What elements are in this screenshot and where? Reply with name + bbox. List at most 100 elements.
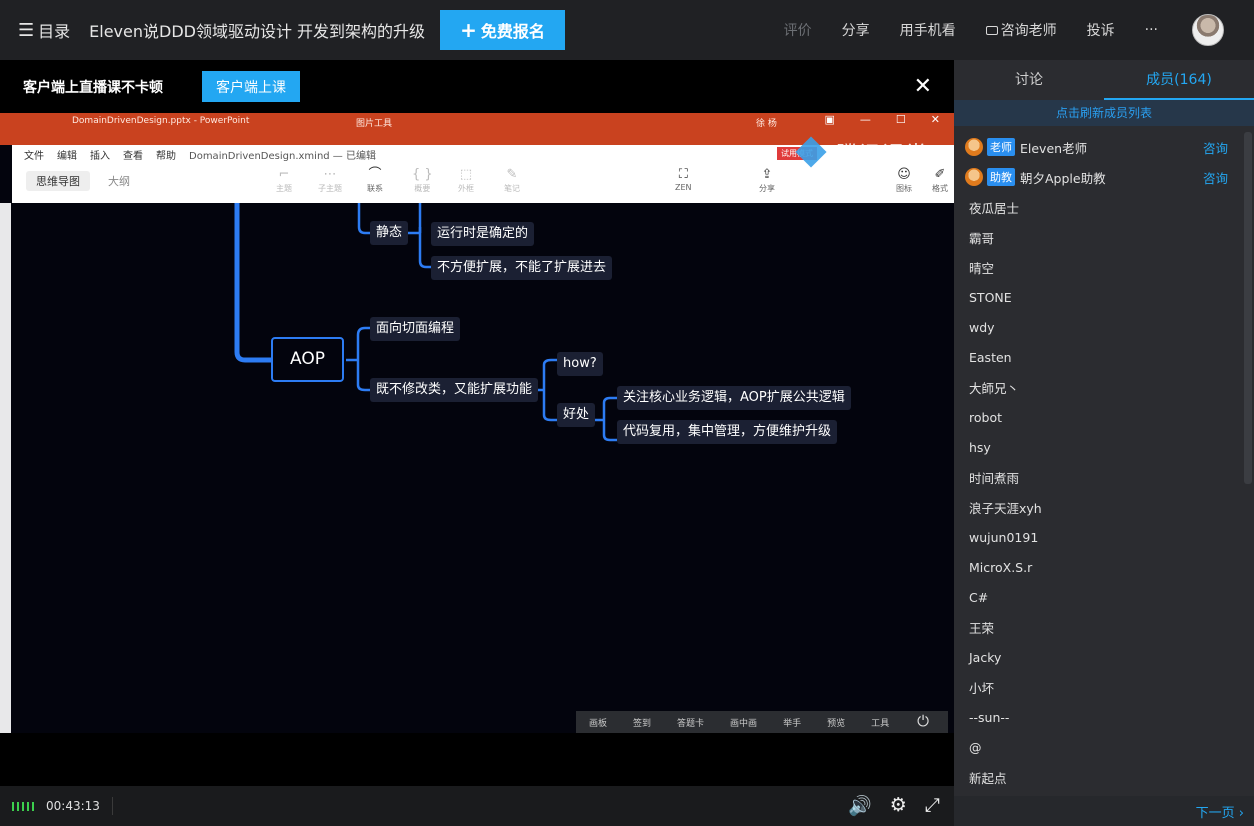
- user-avatar[interactable]: [1192, 14, 1224, 46]
- member-name: 时间煮雨: [969, 470, 1020, 486]
- member-name: 浪子天涯xyh: [969, 500, 1042, 516]
- node-static: 静态: [370, 221, 409, 245]
- catalog-label: 目录: [38, 22, 71, 41]
- member-name: C#: [969, 589, 989, 605]
- tab-discuss[interactable]: 讨论: [954, 60, 1104, 100]
- member-name: 夜瓜居士: [969, 200, 1020, 216]
- list-item[interactable]: Easten: [954, 342, 1254, 372]
- list-item[interactable]: 新起点: [954, 762, 1254, 792]
- ctrl-tools: 工具: [871, 718, 890, 729]
- list-item[interactable]: robot: [954, 402, 1254, 432]
- member-name: Jacky: [969, 649, 1002, 665]
- player-controls: 🔊 ⚙ ⤢: [848, 794, 940, 817]
- list-item[interactable]: 大師兄丶: [954, 372, 1254, 402]
- signup-label: 免费报名: [480, 22, 545, 41]
- member-name: 晴空: [969, 260, 995, 276]
- assistant-avatar: [965, 168, 983, 186]
- menu-icon: ☰: [18, 19, 35, 41]
- member-name: robot: [969, 409, 1002, 425]
- more-icon[interactable]: ···: [1145, 22, 1158, 38]
- consult-teacher-link[interactable]: 咨询老师: [985, 20, 1057, 40]
- chat-icon: [985, 25, 998, 35]
- member-name: Easten: [969, 349, 1012, 365]
- volume-icon[interactable]: 🔊: [848, 794, 872, 817]
- ctrl-raise-hand: 举手: [783, 718, 802, 729]
- member-scrollbar[interactable]: [1244, 132, 1252, 484]
- member-name: 朝夕Apple助教: [1020, 170, 1106, 186]
- member-name: 大師兄丶: [969, 380, 1020, 396]
- list-item[interactable]: --sun--: [954, 702, 1254, 732]
- list-item[interactable]: 浪子天涯xyh: [954, 492, 1254, 522]
- catalog-button[interactable]: ☰ 目录: [18, 18, 70, 42]
- member-name: wdy: [969, 319, 995, 335]
- member-name: hsy: [969, 439, 991, 455]
- list-item[interactable]: Jacky: [954, 642, 1254, 672]
- ctrl-preview: 预览: [827, 718, 846, 729]
- close-icon[interactable]: ✕: [914, 74, 932, 99]
- node-aspect: 面向切面编程: [370, 317, 461, 341]
- list-item[interactable]: 助教 朝夕Apple助教 咨询: [954, 162, 1254, 192]
- ctrl-quiz: 答题卡: [677, 718, 705, 729]
- member-name: 新起点: [969, 770, 1007, 786]
- list-item[interactable]: STONE: [954, 282, 1254, 312]
- list-item[interactable]: hsy: [954, 432, 1254, 462]
- next-page-link[interactable]: 下一页 ›: [1196, 802, 1244, 821]
- pager: 下一页 ›: [954, 796, 1254, 826]
- list-item[interactable]: 王荣: [954, 612, 1254, 642]
- list-item[interactable]: 小坏: [954, 672, 1254, 702]
- member-name: 王荣: [969, 620, 995, 636]
- list-item[interactable]: 夜瓜居士: [954, 192, 1254, 222]
- teacher-control-strip: 画板 签到 答题卡 画中画 举手 预览 工具 ⏻: [576, 711, 948, 733]
- list-item[interactable]: wdy: [954, 312, 1254, 342]
- fullscreen-icon[interactable]: ⤢: [925, 794, 940, 817]
- node-reuse: 代码复用，集中管理，方便维护升级: [617, 420, 838, 444]
- ctrl-whiteboard: 画板: [589, 718, 608, 729]
- course-title: Eleven说DDD领域驱动设计 开发到架构的升级: [89, 22, 426, 41]
- teacher-avatar: [965, 138, 983, 156]
- mobile-watch-link[interactable]: 用手机看: [900, 20, 956, 40]
- list-item[interactable]: 晴空: [954, 252, 1254, 282]
- member-name: 小坏: [969, 680, 995, 696]
- list-item[interactable]: wujun0191: [954, 522, 1254, 552]
- member-name: Eleven老师: [1020, 140, 1088, 156]
- free-signup-button[interactable]: + 免费报名: [440, 10, 565, 50]
- consult-link[interactable]: 咨询: [1203, 138, 1228, 157]
- list-item[interactable]: 老师 Eleven老师 咨询: [954, 132, 1254, 162]
- list-item[interactable]: 霸哥: [954, 222, 1254, 252]
- client-banner: 客户端上直播课不卡顿 客户端上课 ✕: [0, 60, 954, 113]
- node-focus: 关注核心业务逻辑，AOP扩展公共逻辑: [617, 386, 851, 410]
- player-bar: 00:43:13 🔊 ⚙ ⤢: [0, 786, 954, 826]
- plus-icon: +: [460, 18, 477, 42]
- ctrl-pip: 画中画: [730, 718, 758, 729]
- node-aop: AOP: [271, 337, 344, 382]
- node-how: how?: [557, 352, 603, 376]
- list-item[interactable]: MicroX.S.r: [954, 552, 1254, 582]
- header-actions: 评价 分享 用手机看 咨询老师 投诉 ···: [784, 0, 1158, 60]
- share-link[interactable]: 分享: [842, 20, 870, 40]
- consult-teacher-label: 咨询老师: [1000, 23, 1057, 39]
- elapsed-time: 00:43:13: [46, 799, 100, 813]
- tab-members[interactable]: 成员(164): [1104, 60, 1254, 100]
- signal-icon: [12, 801, 34, 811]
- consult-link[interactable]: 咨询: [1203, 168, 1228, 187]
- top-bar: ☰ 目录 Eleven说DDD领域驱动设计 开发到架构的升级 + 免费报名 评价…: [0, 0, 1254, 60]
- rate-link[interactable]: 评价: [784, 20, 812, 40]
- member-name: MicroX.S.r: [969, 559, 1033, 575]
- list-item[interactable]: 时间煮雨: [954, 462, 1254, 492]
- list-item[interactable]: C#: [954, 582, 1254, 612]
- shared-screen: DomainDrivenDesign.pptx - PowerPoint 图片工…: [0, 113, 954, 733]
- client-banner-text: 客户端上直播课不卡顿: [23, 79, 163, 96]
- list-item[interactable]: @: [954, 732, 1254, 762]
- side-panel: 讨论 成员(164) 点击刷新成员列表 老师 Eleven老师 咨询 助教 朝夕…: [954, 60, 1254, 826]
- side-tabs: 讨论 成员(164): [954, 60, 1254, 100]
- refresh-members-link[interactable]: 点击刷新成员列表: [954, 100, 1254, 126]
- settings-icon[interactable]: ⚙: [890, 794, 907, 817]
- member-list: 老师 Eleven老师 咨询 助教 朝夕Apple助教 咨询 夜瓜居士霸哥晴空 S…: [954, 132, 1254, 792]
- member-name: wujun0191: [969, 529, 1039, 545]
- node-no-modify: 既不修改类，又能扩展功能: [370, 378, 539, 402]
- member-name: --sun--: [969, 709, 1010, 725]
- node-runtime-fixed: 运行时是确定的: [431, 222, 535, 246]
- client-class-button[interactable]: 客户端上课: [202, 71, 300, 102]
- role-badge: 老师: [987, 138, 1015, 156]
- complain-link[interactable]: 投诉: [1087, 20, 1115, 40]
